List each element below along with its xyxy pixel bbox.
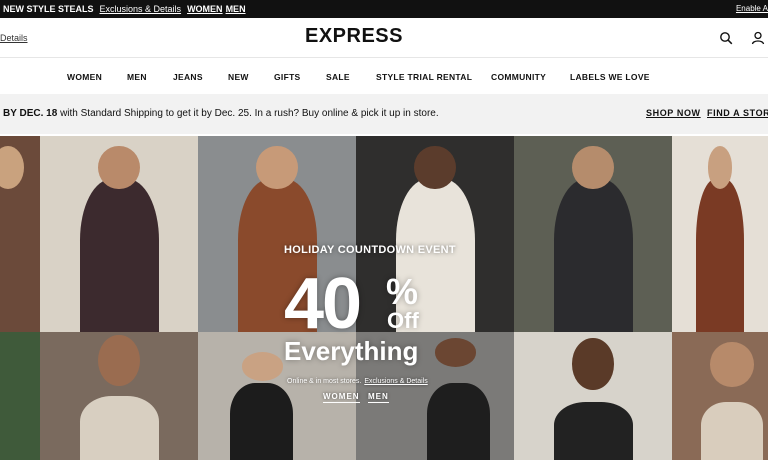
hero-photo-tile — [514, 136, 672, 332]
hero-exclusions-link[interactable]: Exclusions & Details — [364, 378, 427, 385]
hero-fine-print: Online & in most stores. Exclusions & Det… — [287, 378, 428, 385]
nav-style-trial-rental[interactable]: STYLE TRIAL RENTAL — [376, 72, 472, 82]
hero-photo-tile — [514, 332, 672, 460]
details-link[interactable]: Details — [0, 33, 28, 43]
shipping-detail: with Standard Shipping to get it by Dec.… — [60, 108, 439, 119]
hero-photo-tile — [0, 136, 40, 332]
hero-percent-sign: % — [386, 271, 419, 312]
nav-gifts[interactable]: GIFTS — [274, 72, 301, 82]
nav-sale[interactable]: SALE — [326, 72, 350, 82]
hero-photo-tile — [0, 332, 40, 460]
shop-now-link[interactable]: SHOP NOW — [646, 108, 701, 118]
nav-jeans[interactable]: JEANS — [173, 72, 203, 82]
hero-percent: 40 — [284, 264, 362, 344]
hero-event-title: HOLIDAY COUNTDOWN EVENT — [284, 244, 456, 256]
hero-women-link[interactable]: WOMEN — [323, 392, 360, 403]
find-store-link[interactable]: FIND A STOR — [707, 108, 768, 118]
hero-photo-tile — [40, 136, 198, 332]
hero-offer: HOLIDAY COUNTDOWN EVENT 40 % Off Everyth… — [270, 244, 470, 403]
promo-title: NEW STYLE STEALS — [3, 4, 94, 14]
hero-banner[interactable]: HOLIDAY COUNTDOWN EVENT 40 % Off Everyth… — [0, 136, 768, 460]
nav-new[interactable]: NEW — [228, 72, 249, 82]
shipping-message: BY DEC. 18 with Standard Shipping to get… — [3, 108, 439, 119]
promo-strip: NEW STYLE STEALS Exclusions & Details WO… — [0, 0, 768, 18]
main-nav: WOMEN MEN JEANS NEW GIFTS SALE STYLE TRI… — [0, 58, 768, 94]
promo-exclusions-link[interactable]: Exclusions & Details — [100, 4, 182, 14]
hero-photo-tile — [40, 332, 198, 460]
search-icon[interactable] — [719, 31, 733, 45]
hero-photo-tile — [356, 136, 514, 332]
express-logo[interactable]: EXPRESS — [305, 25, 403, 48]
promo-men-link[interactable]: MEN — [226, 4, 246, 14]
accessibility-link[interactable]: Enable A — [736, 4, 768, 13]
site-header: Details EXPRESS — [0, 18, 768, 58]
promo-women-link[interactable]: WOMEN — [187, 4, 223, 14]
hero-fine-text: Online & in most stores. — [287, 378, 362, 385]
hero-men-link[interactable]: MEN — [368, 392, 389, 403]
user-icon[interactable] — [751, 31, 765, 45]
hero-off: Off — [387, 308, 419, 333]
nav-men[interactable]: MEN — [127, 72, 147, 82]
nav-women[interactable]: WOMEN — [67, 72, 102, 82]
nav-community[interactable]: COMMUNITY — [491, 72, 546, 82]
nav-labels-we-love[interactable]: LABELS WE LOVE — [570, 72, 650, 82]
hero-photo-tile — [672, 136, 768, 332]
hero-everything: Everything — [284, 336, 419, 366]
hero-photo-tile — [672, 332, 768, 460]
shipping-banner: BY DEC. 18 with Standard Shipping to get… — [0, 94, 768, 134]
shipping-deadline: BY DEC. 18 — [3, 108, 58, 119]
